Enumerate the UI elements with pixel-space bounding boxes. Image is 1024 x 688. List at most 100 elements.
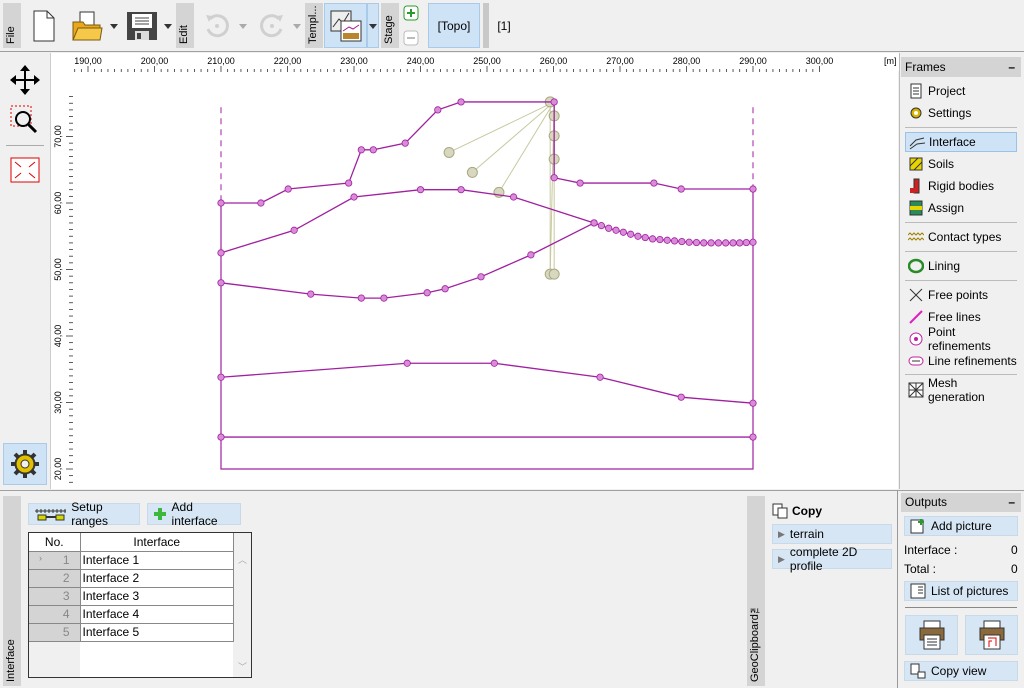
- interface-point[interactable]: [707, 239, 715, 247]
- interface-point[interactable]: [345, 179, 353, 187]
- interface-point[interactable]: [641, 233, 649, 242]
- interface-point[interactable]: [742, 238, 750, 247]
- interface-point[interactable]: [685, 238, 693, 246]
- interface-point[interactable]: [307, 290, 315, 298]
- interface-point[interactable]: [590, 219, 598, 227]
- frame-item-free-points[interactable]: Free points: [905, 285, 1017, 305]
- zoom-extents-button[interactable]: [8, 153, 42, 187]
- stage-1-tab[interactable]: [1]: [492, 3, 516, 48]
- table-row[interactable]: 5 Interface 5: [29, 622, 234, 642]
- interface-point[interactable]: [350, 193, 358, 201]
- interface-name-cell[interactable]: Interface 2: [79, 568, 234, 588]
- redo-dropdown[interactable]: [293, 24, 301, 29]
- frame-item-interface[interactable]: Interface: [905, 132, 1017, 152]
- table-row[interactable]: 3 Interface 3: [29, 586, 234, 606]
- scroll-down-icon[interactable]: ﹀: [238, 660, 247, 673]
- list-of-pictures-button[interactable]: List of pictures: [904, 581, 1018, 601]
- pan-button[interactable]: [8, 63, 42, 97]
- interface-point[interactable]: [416, 186, 425, 194]
- undo-dropdown[interactable]: [239, 24, 247, 29]
- interface-point[interactable]: [648, 235, 657, 243]
- interface-point[interactable]: [722, 239, 730, 247]
- interface-point[interactable]: [678, 237, 686, 246]
- interface-point[interactable]: [749, 399, 757, 407]
- collapse-outputs-button[interactable]: –: [1008, 495, 1015, 509]
- setup-ranges-button[interactable]: Setup ranges: [28, 500, 140, 528]
- interface-point[interactable]: [605, 224, 613, 232]
- interface-line-3[interactable]: [220, 222, 595, 299]
- row-number[interactable]: 5: [29, 622, 81, 642]
- interface-point[interactable]: [550, 98, 558, 106]
- undo-button[interactable]: [200, 10, 234, 42]
- interface-point[interactable]: [357, 294, 365, 302]
- print-button[interactable]: [905, 615, 958, 655]
- interface-point[interactable]: [457, 98, 465, 106]
- interface-panel-tab[interactable]: Interface: [3, 496, 21, 686]
- interface-point[interactable]: [749, 185, 757, 193]
- interface-point[interactable]: [423, 289, 431, 297]
- interface-point[interactable]: [597, 222, 605, 230]
- remove-stage-button[interactable]: [403, 30, 419, 46]
- interface-point[interactable]: [692, 238, 701, 247]
- collapse-frames-button[interactable]: –: [1008, 60, 1015, 74]
- interface-name-cell[interactable]: Interface 1: [79, 550, 234, 570]
- table-row[interactable]: 2 Interface 2: [29, 568, 234, 588]
- interface-line-4[interactable]: [220, 362, 754, 404]
- interface-point[interactable]: [527, 251, 535, 259]
- copy-complete-profile-button[interactable]: ▶ complete 2D profile: [772, 545, 892, 573]
- frame-item-rigid-bodies[interactable]: Rigid bodies: [905, 176, 1017, 196]
- interface-line-1[interactable]: [221, 101, 753, 204]
- interface-name-cell[interactable]: Interface 3: [79, 586, 234, 606]
- interface-point[interactable]: [401, 139, 409, 147]
- interface-point[interactable]: [550, 174, 558, 182]
- frame-item-point-refinements[interactable]: Point refinements: [905, 325, 1017, 353]
- add-picture-button[interactable]: Add picture: [904, 516, 1018, 536]
- template-dropdown[interactable]: [367, 3, 379, 48]
- interface-point[interactable]: [612, 226, 620, 234]
- edit-menu[interactable]: Edit: [176, 3, 194, 48]
- redo-button[interactable]: [255, 10, 289, 42]
- interface-point[interactable]: [656, 235, 664, 244]
- copy-terrain-button[interactable]: ▶ terrain: [772, 524, 892, 544]
- row-number[interactable]: 4: [29, 604, 81, 624]
- interface-point[interactable]: [357, 146, 365, 154]
- view-settings-button[interactable]: [3, 443, 47, 485]
- interface-point[interactable]: [217, 249, 225, 257]
- interface-point[interactable]: [369, 146, 377, 154]
- interface-point[interactable]: [677, 393, 685, 401]
- interface-point[interactable]: [677, 185, 685, 193]
- drawing-canvas[interactable]: 190,00 200,00 210,00 220,00 230,00 240,00 250,…: [50, 53, 899, 489]
- interface-point[interactable]: [509, 193, 518, 201]
- print-preview-button[interactable]: [965, 615, 1018, 655]
- frame-item-line-refinements[interactable]: Line refinements: [905, 351, 1017, 371]
- interface-point[interactable]: [284, 185, 292, 193]
- table-row[interactable]: 4 Interface 4: [29, 604, 234, 624]
- interface-point[interactable]: [749, 433, 757, 441]
- frame-item-contact-types[interactable]: Contact types: [905, 227, 1017, 247]
- interface-point[interactable]: [434, 106, 442, 114]
- interface-point[interactable]: [596, 373, 604, 381]
- interface-point[interactable]: [729, 239, 737, 247]
- save-button[interactable]: [125, 8, 159, 44]
- frame-item-free-lines[interactable]: Free lines: [905, 307, 1017, 327]
- column-header-no[interactable]: No.: [29, 533, 81, 552]
- scroll-up-icon[interactable]: ︿: [238, 553, 247, 566]
- new-file-button[interactable]: [30, 8, 58, 44]
- interface-point[interactable]: [749, 238, 757, 246]
- table-scrollbar[interactable]: ︿ ﹀: [233, 533, 251, 677]
- interface-point[interactable]: [441, 285, 449, 293]
- zoom-window-button[interactable]: [8, 103, 42, 137]
- interface-point[interactable]: [217, 279, 225, 287]
- column-header-interface[interactable]: Interface: [79, 533, 234, 552]
- interface-point[interactable]: [217, 199, 225, 207]
- interface-point[interactable]: [663, 236, 671, 244]
- frame-item-soils[interactable]: Soils: [905, 154, 1017, 174]
- template-button[interactable]: [324, 3, 367, 48]
- frame-item-mesh-generation[interactable]: Mesh generation: [905, 376, 1017, 404]
- interface-point[interactable]: [217, 433, 225, 441]
- interface-point[interactable]: [457, 186, 465, 194]
- open-dropdown[interactable]: [110, 24, 118, 29]
- row-number[interactable]: 2: [29, 568, 81, 588]
- interface-point[interactable]: [634, 232, 642, 240]
- interface-point[interactable]: [670, 237, 679, 245]
